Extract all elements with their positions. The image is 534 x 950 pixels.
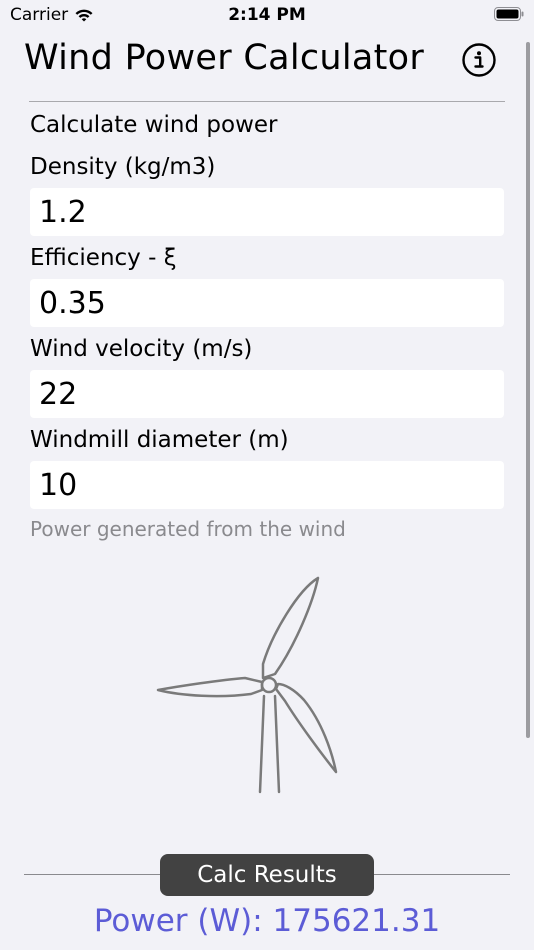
section-label: Calculate wind power: [30, 112, 278, 138]
scroll-indicator[interactable]: [526, 42, 530, 738]
header-divider: [29, 101, 505, 102]
status-time: 2:14 PM: [228, 5, 306, 25]
battery-icon: [494, 7, 524, 21]
status-bar: Carrier 2:14 PM: [0, 0, 534, 32]
wind-turbine-icon: [156, 576, 338, 794]
calc-results-button[interactable]: Calc Results: [160, 854, 374, 896]
efficiency-label: Efficiency - ξ: [30, 245, 177, 271]
footer-divider-right: [372, 874, 510, 875]
wind-velocity-label: Wind velocity (m/s): [30, 336, 253, 362]
density-label: Density (kg/m3): [30, 154, 216, 180]
efficiency-input[interactable]: [30, 279, 504, 327]
wind-velocity-input[interactable]: [30, 370, 504, 418]
hint-text: Power generated from the wind: [30, 517, 346, 541]
windmill-diameter-label: Windmill diameter (m): [30, 427, 289, 453]
page-title: Wind Power Calculator: [24, 38, 425, 78]
windmill-diameter-input[interactable]: [30, 461, 504, 509]
power-result: Power (W): 175621.31: [93, 903, 441, 939]
info-icon[interactable]: [462, 43, 496, 77]
density-input[interactable]: [30, 188, 504, 236]
footer-divider-left: [24, 874, 162, 875]
